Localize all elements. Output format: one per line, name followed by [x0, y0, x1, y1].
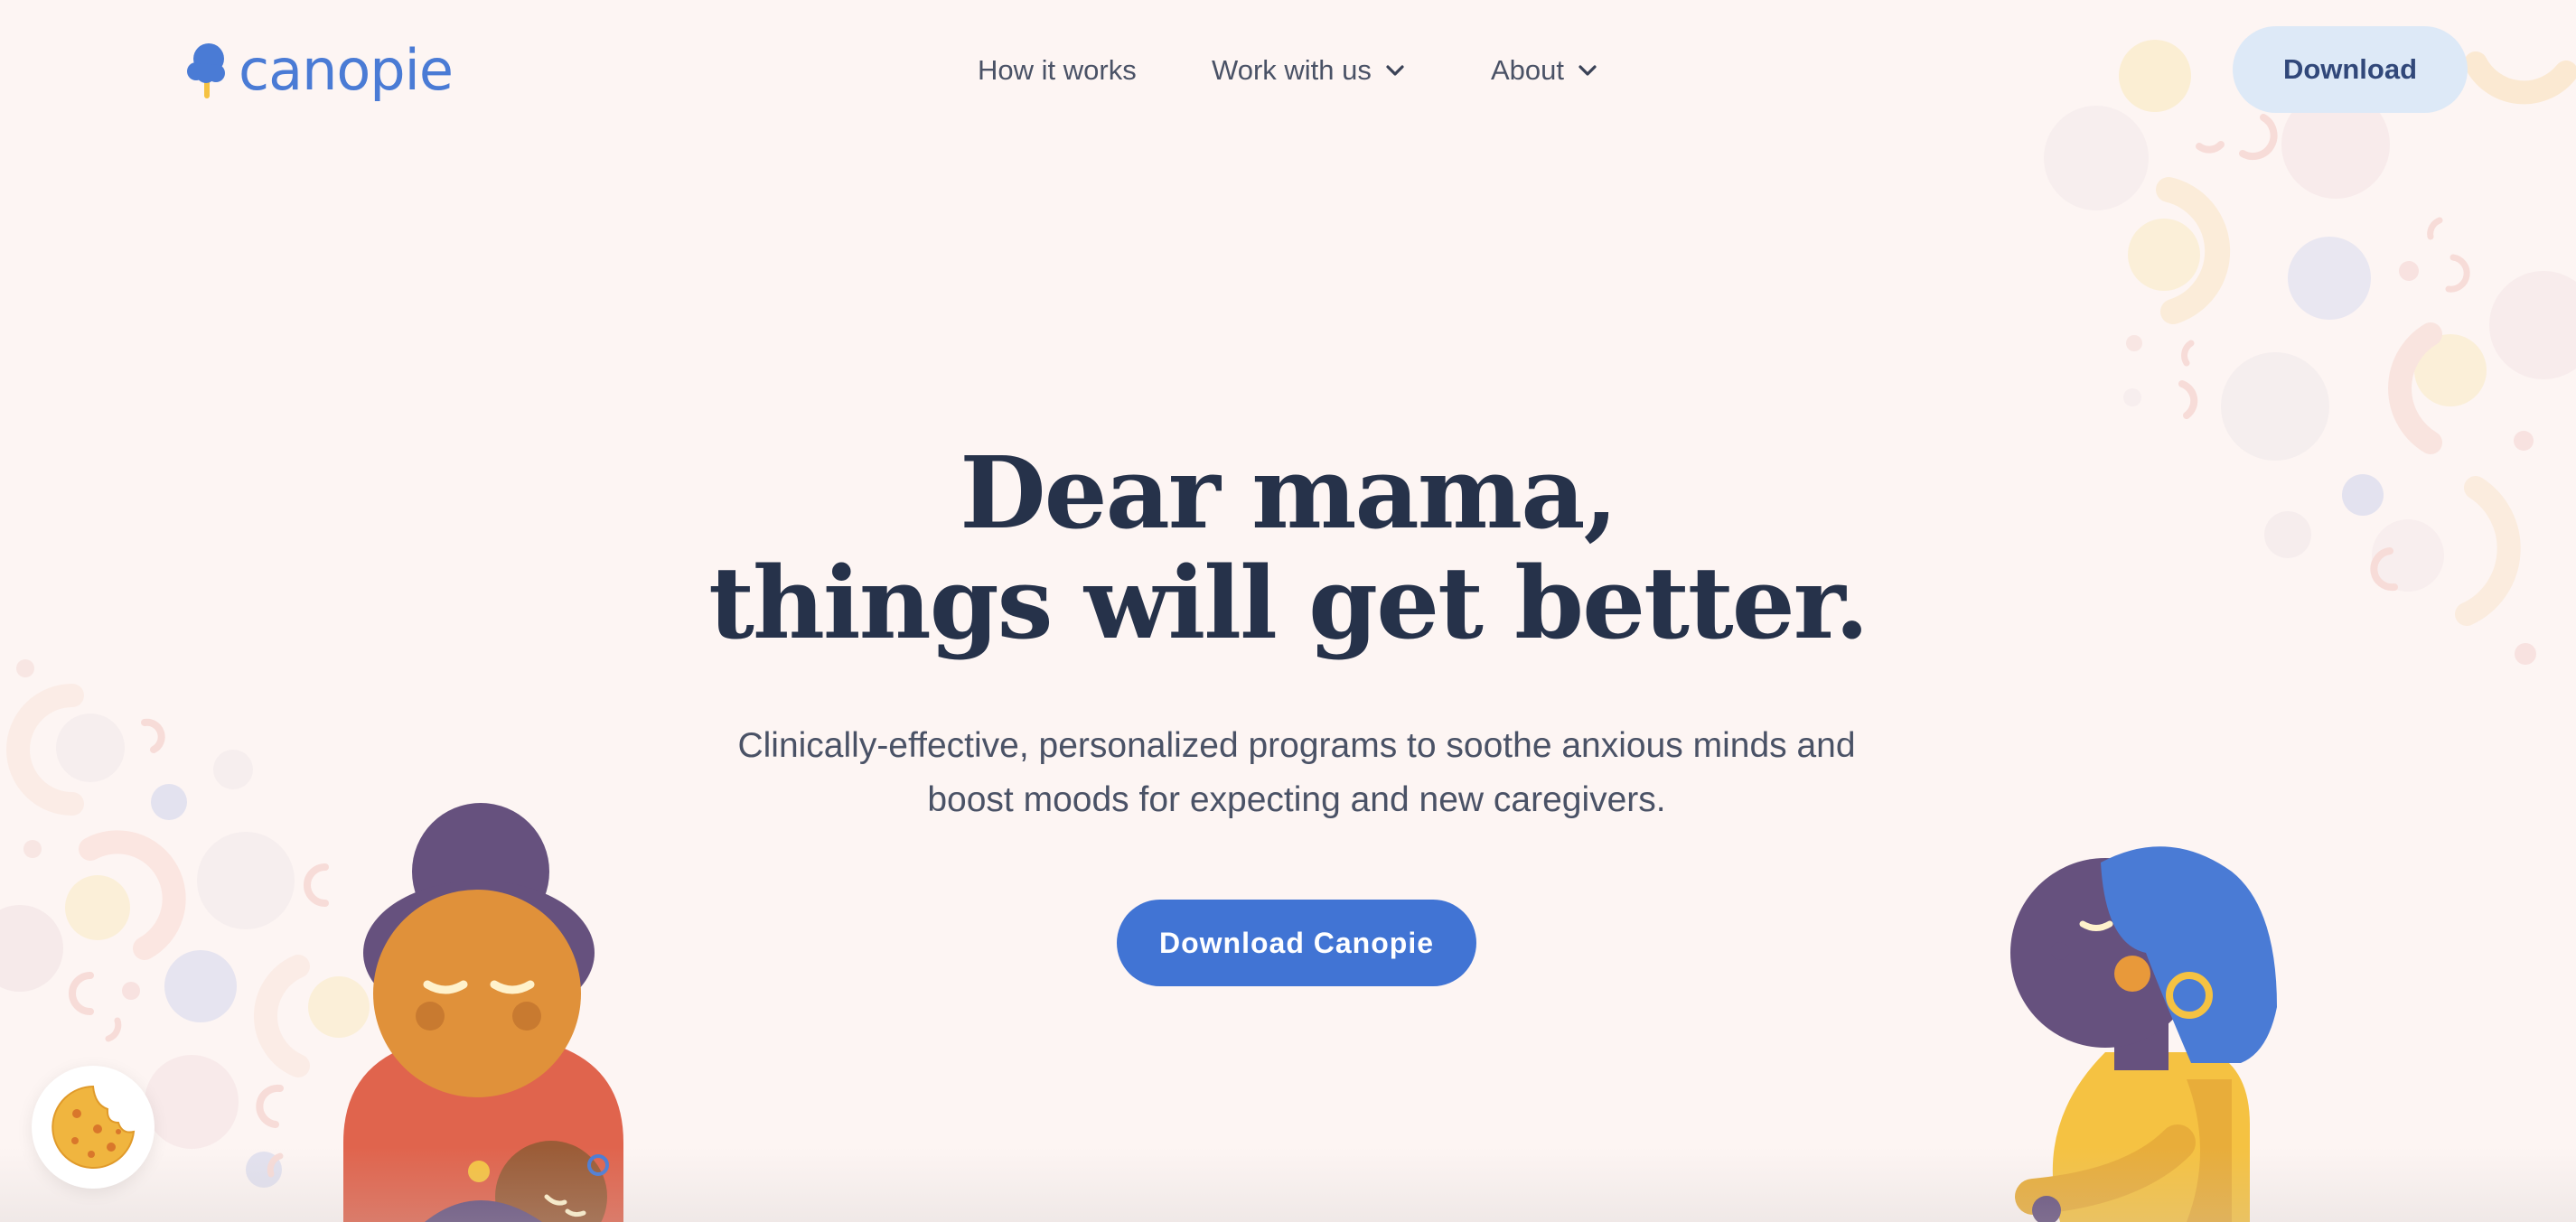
- nav-about[interactable]: About: [1491, 49, 1598, 92]
- nav-how-it-works[interactable]: How it works: [978, 49, 1137, 92]
- canopie-tree-logo-icon: [187, 43, 225, 98]
- nav-work-with-us[interactable]: Work with us: [1212, 49, 1406, 92]
- download-button[interactable]: Download: [2233, 26, 2468, 113]
- canopie-logo[interactable]: canopie: [186, 36, 454, 105]
- hero-subtitle-line-1: Clinically-effective, personalized progr…: [737, 726, 1856, 765]
- hero-title: Dear mama, things will get better.: [0, 438, 2576, 658]
- nav-about-label: About: [1491, 54, 1565, 86]
- logo-wordmark: canopie: [239, 37, 454, 103]
- hero-title-line-2: things will get better.: [708, 545, 1869, 661]
- cookie-icon: [52, 1085, 136, 1169]
- chevron-down-icon: [1578, 65, 1597, 76]
- hero-title-line-1: Dear mama,: [960, 434, 1618, 551]
- download-canopie-button[interactable]: Download Canopie: [1117, 900, 1476, 986]
- cookie-preferences-button[interactable]: [32, 1066, 155, 1189]
- hero-subtitle: Clinically-effective, personalized progr…: [655, 719, 1938, 827]
- bottom-fade: [0, 1147, 2576, 1222]
- hero-subtitle-line-2: boost moods for expecting and new caregi…: [927, 780, 1666, 819]
- nav-how-it-works-label: How it works: [978, 54, 1137, 86]
- nav-work-with-us-label: Work with us: [1212, 54, 1372, 86]
- chevron-down-icon: [1386, 65, 1404, 76]
